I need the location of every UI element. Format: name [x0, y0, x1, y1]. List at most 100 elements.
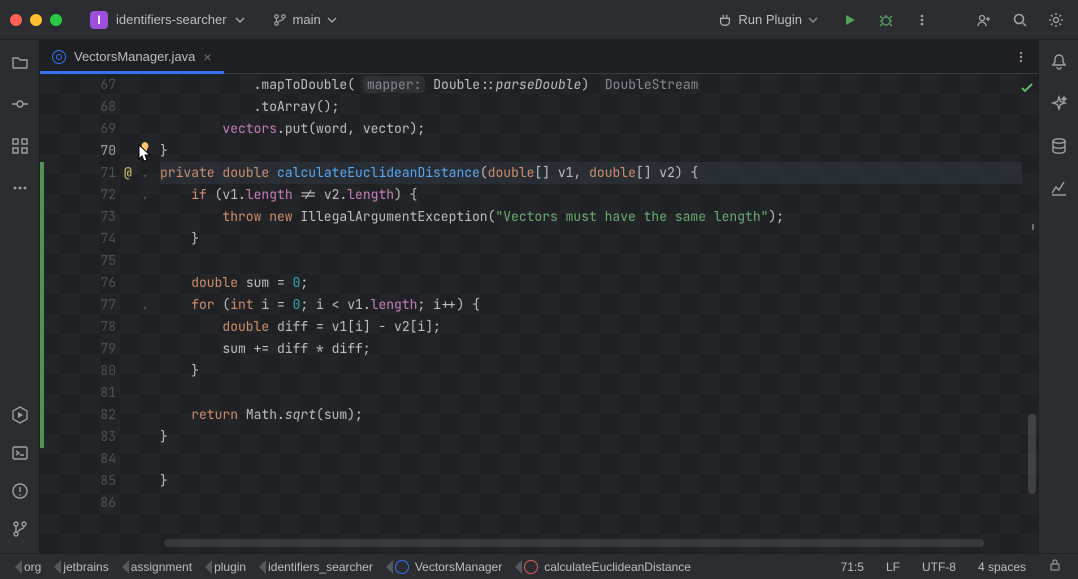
chevron-right-icon	[508, 560, 518, 574]
play-in-hex-icon	[11, 406, 29, 424]
kebab-icon	[915, 13, 929, 27]
structure-tool-button[interactable]	[6, 132, 34, 160]
branch-name: main	[293, 12, 321, 27]
git-branch-icon	[11, 520, 29, 538]
commit-icon	[11, 95, 29, 113]
editor-tabs: VectorsManager.java ×	[40, 40, 1038, 74]
horizontal-scrollbar[interactable]	[160, 537, 1022, 549]
bell-icon	[1050, 53, 1068, 71]
override-gutter-icon[interactable]: @	[124, 162, 132, 184]
coverage-tool-button[interactable]	[1045, 174, 1073, 202]
ellipsis-icon	[11, 179, 29, 197]
left-tool-stripe	[0, 40, 40, 553]
services-tool-button[interactable]	[6, 401, 34, 429]
breadcrumb-item[interactable]: identifiers_searcher	[268, 560, 373, 574]
project-name: identifiers-searcher	[116, 12, 227, 27]
chevron-right-icon	[198, 560, 208, 574]
title-bar: I identifiers-searcher main Run Plugin	[0, 0, 1078, 40]
minimize-window-icon[interactable]	[30, 14, 42, 26]
readonly-toggle[interactable]	[1040, 558, 1070, 575]
kebab-icon	[1014, 50, 1028, 64]
scroll-marker	[1032, 224, 1034, 230]
caret-position[interactable]: 71:5	[833, 560, 872, 574]
terminal-tool-button[interactable]	[6, 439, 34, 467]
chevron-down-icon	[327, 15, 337, 25]
fold-icon[interactable]: ▾	[142, 166, 148, 188]
chevron-right-icon	[252, 560, 262, 574]
chevron-right-icon	[115, 560, 125, 574]
vcs-branch-switcher[interactable]: main	[267, 8, 343, 31]
ai-assistant-tool-button[interactable]	[1045, 90, 1073, 118]
code-content[interactable]: .mapToDouble( mapper: Double::parseDoubl…	[160, 74, 1022, 553]
navigation-bar: org jetbrains assignment plugin identifi…	[0, 553, 1078, 579]
folder-icon	[11, 53, 29, 71]
gear-icon	[1048, 12, 1064, 28]
tab-list-button[interactable]	[1004, 40, 1038, 73]
chevron-down-icon	[808, 15, 818, 25]
file-encoding[interactable]: UTF-8	[914, 560, 964, 574]
line-separator[interactable]: LF	[878, 560, 908, 574]
warning-circle-icon	[11, 482, 29, 500]
zoom-window-icon[interactable]	[50, 14, 62, 26]
sparkle-icon	[1050, 95, 1068, 113]
bulb-icon[interactable]	[138, 140, 152, 162]
close-window-icon[interactable]	[10, 14, 22, 26]
editor-tab[interactable]: VectorsManager.java ×	[40, 40, 224, 73]
main-area: VectorsManager.java × 676869707172737475…	[0, 40, 1078, 553]
terminal-icon	[11, 444, 29, 462]
window-controls	[10, 14, 62, 26]
structure-icon	[11, 137, 29, 155]
class-icon	[52, 50, 66, 64]
close-tab-icon[interactable]: ×	[203, 49, 211, 65]
project-tool-button[interactable]	[6, 48, 34, 76]
commit-tool-button[interactable]	[6, 90, 34, 118]
search-icon	[1012, 12, 1028, 28]
code-editor[interactable]: 6768697071727374757677787980818283848586…	[40, 74, 1038, 553]
right-tool-stripe	[1038, 40, 1078, 553]
run-config-label: Run Plugin	[738, 12, 802, 27]
run-button[interactable]	[838, 8, 862, 32]
gutter-annotations: @ ▾ ▾ ▾	[124, 74, 160, 553]
lock-icon	[1048, 558, 1062, 572]
database-tool-button[interactable]	[1045, 132, 1073, 160]
bug-icon	[878, 12, 894, 28]
database-icon	[1050, 137, 1068, 155]
breadcrumb-item[interactable]: org	[24, 560, 41, 574]
fold-icon[interactable]: ▾	[142, 188, 148, 210]
chart-icon	[1050, 179, 1068, 197]
fold-icon[interactable]: ▾	[142, 298, 148, 320]
vertical-scrollbar[interactable]	[1028, 414, 1036, 494]
run-configuration[interactable]: Run Plugin	[710, 8, 826, 31]
collab-icon	[976, 12, 992, 28]
more-tool-windows-button[interactable]	[6, 174, 34, 202]
notifications-tool-button[interactable]	[1045, 48, 1073, 76]
breadcrumb-class[interactable]: VectorsManager	[395, 560, 502, 574]
breadcrumb-item[interactable]: jetbrains	[63, 560, 108, 574]
method-icon	[524, 560, 538, 574]
chevron-right-icon	[47, 560, 57, 574]
problems-tool-button[interactable]	[6, 477, 34, 505]
project-icon: I	[90, 11, 108, 29]
project-switcher[interactable]: I identifiers-searcher	[82, 7, 253, 33]
chevron-right-icon	[8, 560, 18, 574]
breadcrumb-item[interactable]: assignment	[131, 560, 192, 574]
chevron-right-icon	[379, 560, 389, 574]
inspection-ok-icon[interactable]	[1020, 80, 1034, 102]
git-tool-button[interactable]	[6, 515, 34, 543]
indent-setting[interactable]: 4 spaces	[970, 560, 1034, 574]
editor-gutter[interactable]: 6768697071727374757677787980818283848586…	[40, 74, 160, 553]
editor-area: VectorsManager.java × 676869707172737475…	[40, 40, 1038, 553]
tab-title: VectorsManager.java	[74, 49, 195, 64]
class-icon	[395, 560, 409, 574]
search-everywhere-button[interactable]	[1008, 8, 1032, 32]
branch-icon	[273, 13, 287, 27]
breadcrumb-method[interactable]: calculateEuclideanDistance	[524, 560, 691, 574]
plugin-icon	[718, 13, 732, 27]
play-icon	[843, 13, 857, 27]
debug-button[interactable]	[874, 8, 898, 32]
code-with-me-button[interactable]	[972, 8, 996, 32]
breadcrumb-item[interactable]: plugin	[214, 560, 246, 574]
chevron-down-icon	[235, 15, 245, 25]
more-actions-button[interactable]	[910, 8, 934, 32]
ide-settings-button[interactable]	[1044, 8, 1068, 32]
